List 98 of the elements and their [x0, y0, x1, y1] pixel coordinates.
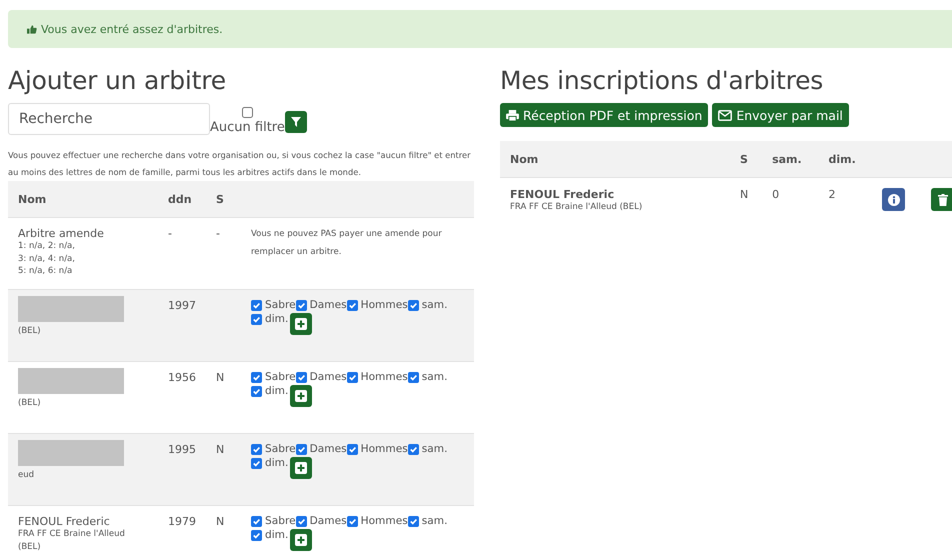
- birth-year: 1995: [168, 443, 196, 456]
- checkbox[interactable]: [251, 530, 262, 540]
- alert-text: Vous avez entré assez d'arbitres.: [41, 22, 223, 36]
- plus-icon: [295, 318, 308, 330]
- info-icon: [888, 194, 900, 206]
- birth-year: 1956: [168, 371, 196, 384]
- sunday-count: 2: [828, 188, 836, 201]
- mail-button[interactable]: Envoyer par mail: [712, 103, 849, 127]
- checkbox-label: Dames: [310, 371, 347, 383]
- sex-value: N: [216, 443, 224, 456]
- referee-detail: 1: n/a, 2: n/a,: [18, 240, 76, 252]
- column-header: S: [730, 141, 762, 178]
- checkbox[interactable]: [296, 516, 307, 526]
- checkbox[interactable]: [251, 458, 262, 468]
- thumbs-up-icon: [27, 24, 37, 34]
- checkbox[interactable]: [408, 300, 419, 310]
- plus-icon: [295, 462, 308, 474]
- checkbox-label: sam.: [422, 515, 448, 527]
- printer-icon: [506, 110, 519, 120]
- checkbox-label: Sabre: [265, 299, 296, 311]
- checkbox-label: Hommes: [360, 515, 408, 527]
- delete-button[interactable]: [931, 188, 952, 211]
- filter-button[interactable]: [284, 111, 307, 133]
- plus-icon: [295, 390, 308, 402]
- checkbox[interactable]: [251, 386, 262, 396]
- birth-year: -: [168, 227, 172, 240]
- column-header: dim.: [818, 141, 872, 178]
- checkbox-label: Dames: [310, 299, 347, 311]
- fine-note: Vous ne pouvez PAS payer une amende pour remplacer un arbitre.: [251, 228, 443, 259]
- checkbox-label: sam.: [422, 371, 448, 383]
- checkbox[interactable]: [251, 300, 262, 310]
- checkbox-label: Sabre: [265, 371, 296, 383]
- checkbox[interactable]: [251, 314, 262, 324]
- checkbox[interactable]: [346, 372, 358, 382]
- checkbox[interactable]: [296, 444, 307, 454]
- checkbox-label: Dames: [310, 515, 347, 527]
- print-button[interactable]: Réception PDF et impression: [500, 103, 708, 127]
- checkbox[interactable]: [408, 444, 419, 454]
- checkbox[interactable]: [346, 444, 358, 454]
- envelope-icon: [718, 110, 732, 120]
- checkbox[interactable]: [346, 300, 358, 310]
- trash-icon: [938, 194, 948, 206]
- referee-detail: (BEL): [18, 397, 42, 410]
- checkbox[interactable]: [296, 300, 307, 310]
- saturday-count: 0: [772, 188, 780, 201]
- checkbox[interactable]: [296, 372, 307, 382]
- column-header: Nom: [500, 141, 730, 178]
- checkbox-label: Hommes: [360, 299, 408, 311]
- checkbox[interactable]: [251, 372, 262, 382]
- checkbox[interactable]: [408, 372, 419, 382]
- search-field[interactable]: Recherche: [8, 103, 210, 135]
- checkbox-label: sam.: [422, 299, 448, 311]
- plus-icon: [295, 534, 308, 546]
- sex-value: -: [216, 227, 220, 240]
- section-title: Mes inscriptions d'arbitres: [500, 66, 824, 95]
- referee-name: Arbitre amende: [18, 227, 105, 240]
- checkbox-label: dim.: [265, 385, 288, 397]
- referee-detail: FRA FF CE Braine l'Alleud: [18, 528, 126, 540]
- referee-detail: 5: n/a, 6: n/a: [18, 265, 74, 278]
- add-button[interactable]: [290, 457, 312, 479]
- sex-value: N: [216, 371, 224, 384]
- column-header: S: [206, 181, 241, 218]
- birth-year: 1997: [168, 299, 196, 312]
- referee-detail: (BEL): [18, 540, 42, 553]
- checkbox-label: Aucun filtre: [210, 120, 285, 135]
- referee-name: FENOUL Frederic: [510, 188, 616, 201]
- add-button[interactable]: [290, 313, 312, 335]
- column-header: ddn: [158, 181, 206, 218]
- checkbox-label: dim.: [265, 457, 288, 469]
- column-header: sam.: [762, 141, 818, 178]
- checkbox-label: sam.: [422, 443, 448, 455]
- add-button[interactable]: [290, 385, 312, 407]
- referee-detail: 3: n/a, 4: n/a,: [18, 252, 76, 265]
- checkbox-label: Hommes: [360, 371, 408, 383]
- referee-detail: eud: [18, 469, 36, 482]
- referee-detail: (BEL): [18, 325, 42, 338]
- sex-value: N: [740, 188, 748, 201]
- filter-icon: [290, 117, 301, 127]
- section-title: Ajouter un arbitre: [8, 66, 227, 95]
- referee-name: FENOUL Frederic: [18, 515, 111, 528]
- checkbox[interactable]: [242, 107, 253, 118]
- checkbox-label: Sabre: [265, 443, 296, 455]
- info-button[interactable]: [882, 188, 906, 211]
- help-text: Vous pouvez effectuer une recherche dans votre organisation ou, si vous cochez la case "aucun filtre" et entrer au moins des lettres de nom de famille, parmi tous les arbitres actifs dans le monde.: [8, 149, 472, 179]
- add-button[interactable]: [290, 529, 312, 551]
- checkbox[interactable]: [346, 516, 358, 526]
- checkbox-label: dim.: [265, 529, 288, 541]
- checkbox[interactable]: [408, 516, 419, 526]
- sex-value: N: [216, 515, 224, 528]
- checkbox-label: Sabre: [265, 515, 296, 527]
- checkbox-label: Hommes: [360, 443, 408, 455]
- checkbox-label: dim.: [265, 313, 288, 325]
- referee-club: FRA FF CE Braine l'Alleud (BEL): [510, 201, 644, 214]
- column-header: Nom: [8, 181, 158, 218]
- birth-year: 1979: [168, 515, 196, 528]
- checkbox[interactable]: [251, 516, 262, 526]
- checkbox-label: Dames: [310, 443, 347, 455]
- checkbox[interactable]: [251, 444, 262, 454]
